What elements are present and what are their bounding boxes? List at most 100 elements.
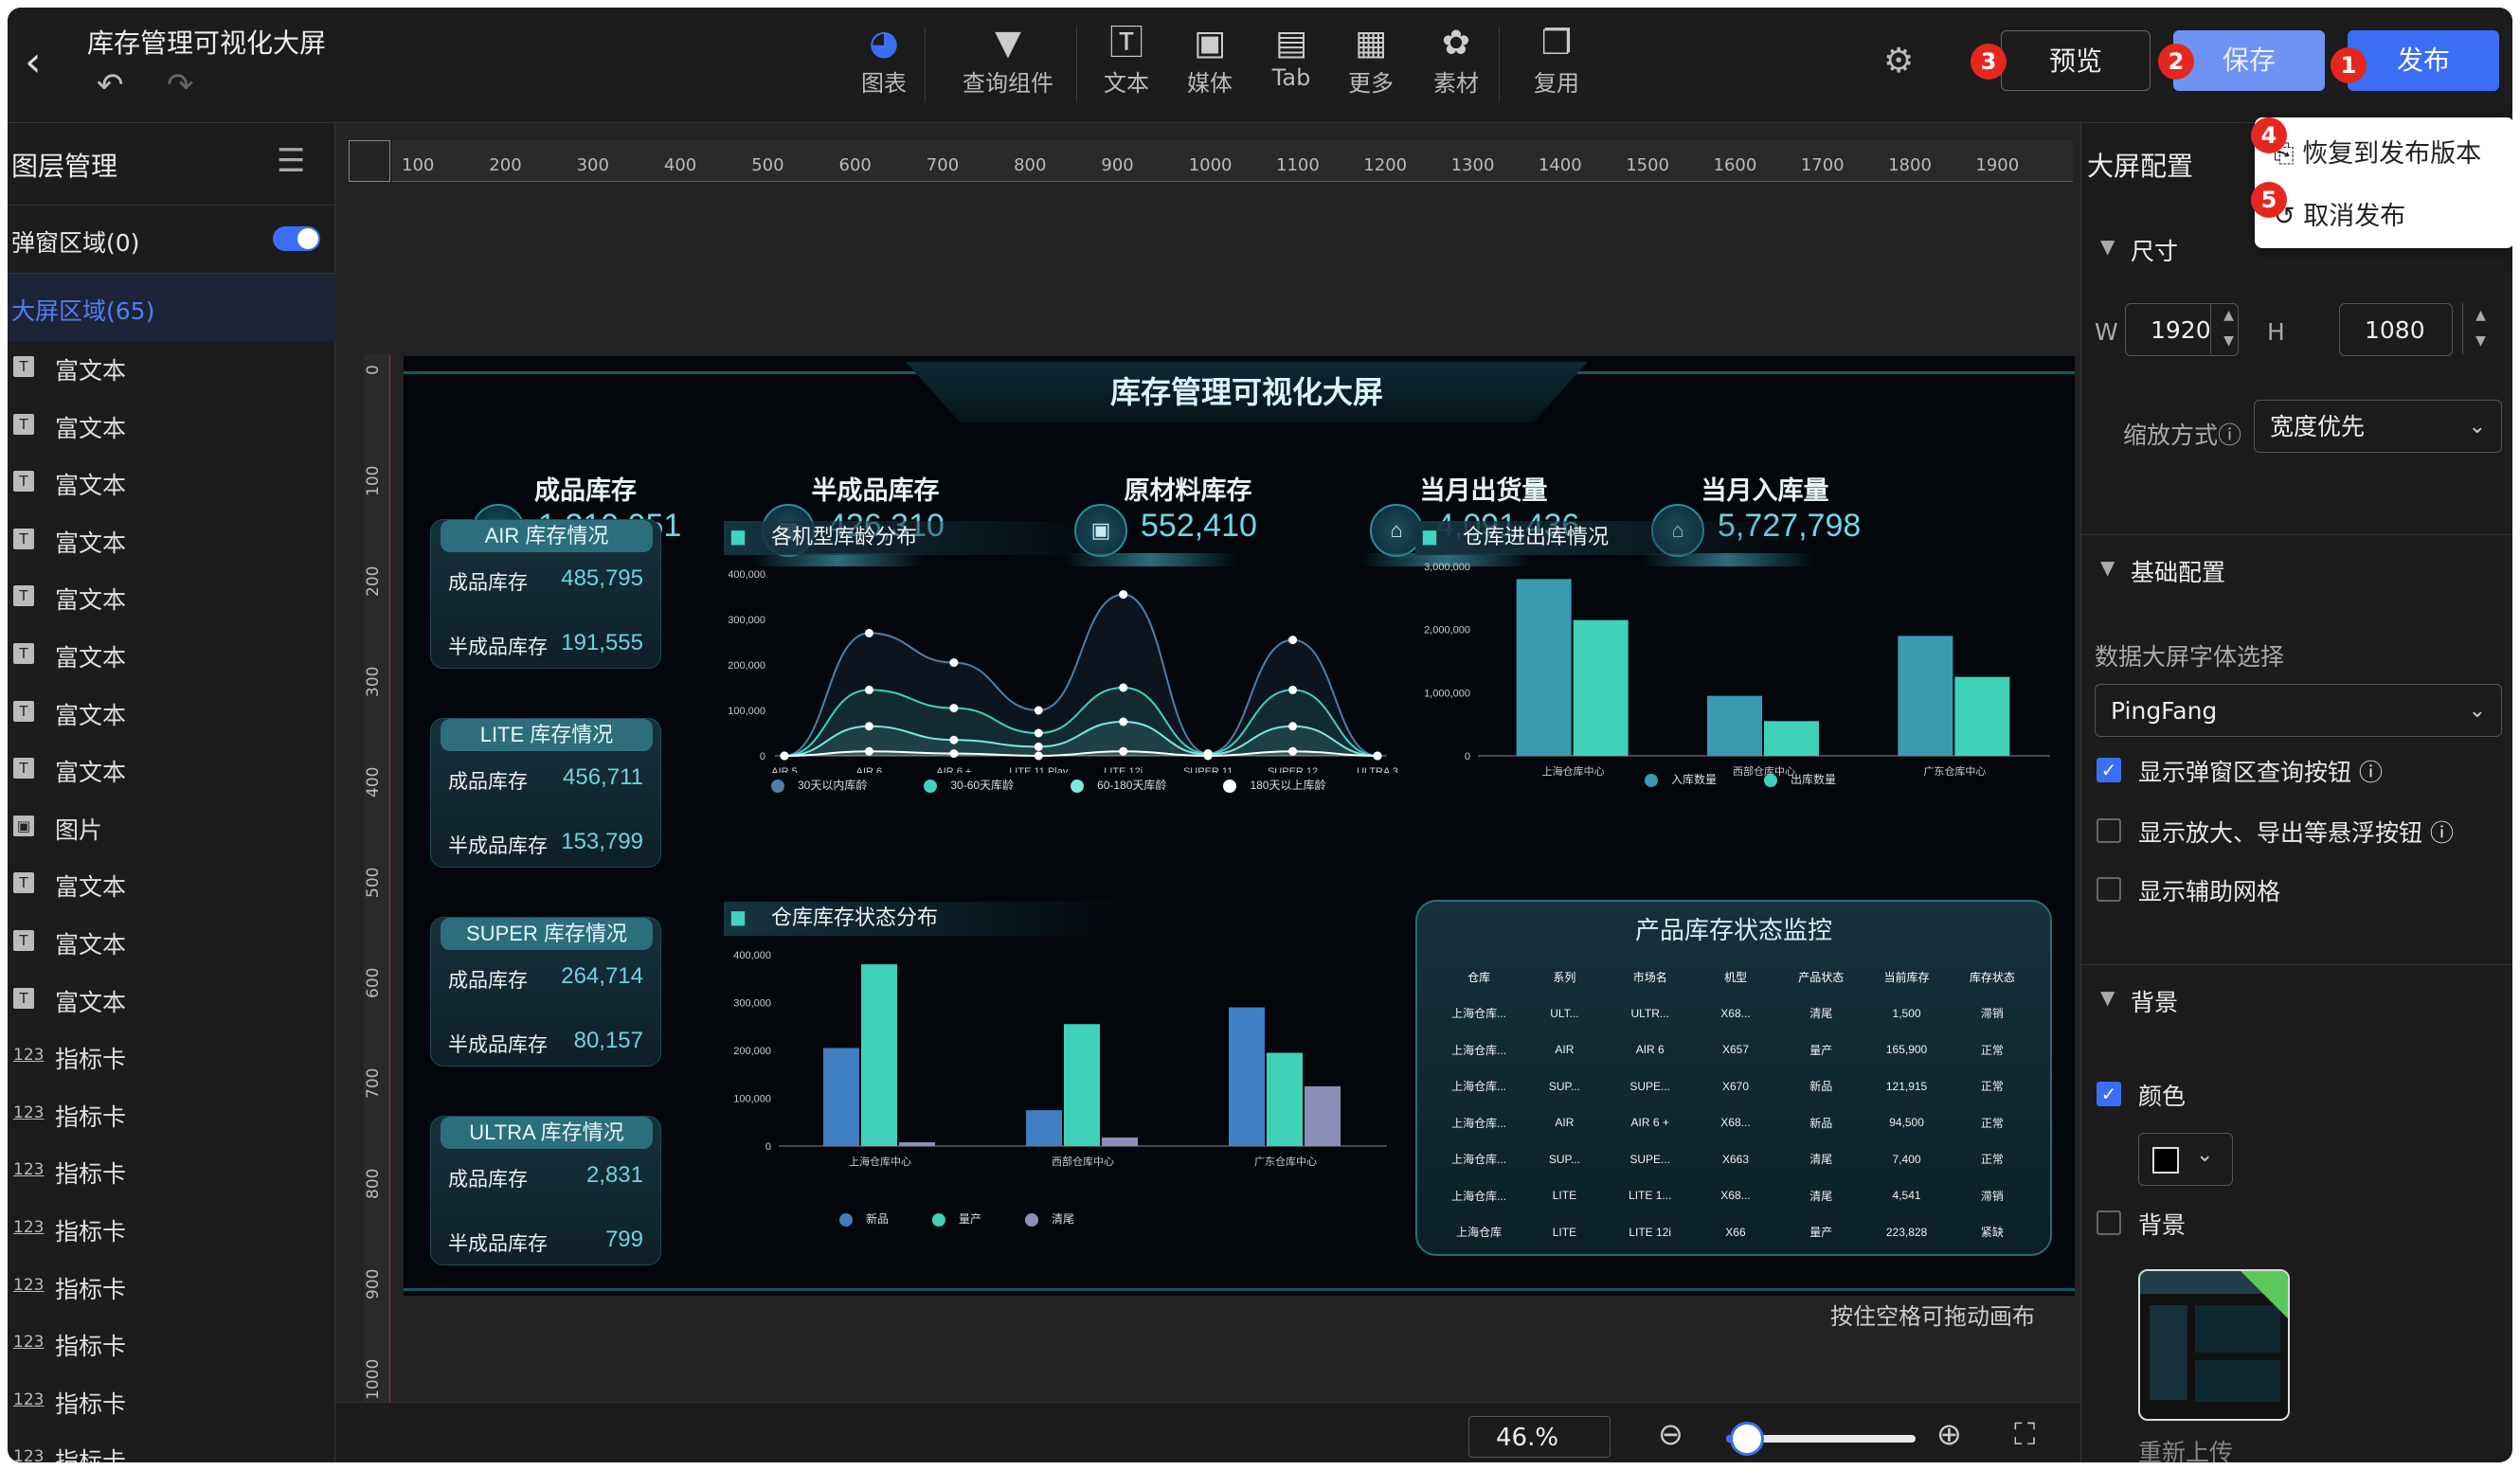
fit-screen-icon[interactable]: ⛶: [2014, 1416, 2035, 1453]
layer-item[interactable]: T 富文本: [8, 743, 335, 799]
dashboard-title: 库存管理可视化大屏: [906, 362, 1588, 422]
table-row[interactable]: 上海仓库... SUP... SUPE... X663 清尾 7,400 正常: [1436, 1141, 2035, 1178]
ruler-corner-icon[interactable]: [349, 140, 390, 182]
height-stepper[interactable]: ▲ ▼: [2462, 303, 2498, 354]
legend-item[interactable]: 入库数量: [1645, 773, 1717, 787]
reupload-link[interactable]: 重新上传: [2138, 1434, 2233, 1462]
monitor-title: 产品库存状态监控: [1634, 916, 1832, 944]
background-section-header[interactable]: ▼ 背景: [2081, 964, 2512, 1032]
zoom-input[interactable]: 46.% ▲▼: [1468, 1416, 1611, 1458]
table-cell: ULT...: [1550, 1006, 1579, 1020]
zoom-out-icon[interactable]: ⊖: [1658, 1416, 1683, 1452]
layer-item[interactable]: T 富文本: [8, 570, 335, 627]
legend-item[interactable]: 30天以内库龄: [771, 779, 867, 793]
layer-item[interactable]: T 富文本: [8, 628, 335, 685]
layer-name: 指标卡: [55, 1046, 127, 1074]
legend-item[interactable]: 出库数量: [1764, 773, 1836, 787]
settings-sliders-icon[interactable]: ⚙: [1883, 42, 1914, 81]
layer-item[interactable]: 123 指标卡: [8, 1087, 335, 1144]
tool-assets[interactable]: ✿ 素材: [1404, 23, 1508, 98]
undo-icon[interactable]: ↶: [97, 66, 124, 104]
font-select[interactable]: PingFang ⌄: [2095, 684, 2502, 737]
data-point: [1288, 722, 1298, 731]
popup-area-row[interactable]: 弹窗区域(0): [8, 205, 335, 273]
ruler-tick-label: 400: [364, 766, 383, 798]
height-input[interactable]: 1080: [2339, 303, 2453, 356]
float-buttons-checkbox[interactable]: [2097, 818, 2121, 843]
x-tick-label: 广东仓库中心: [1923, 764, 1986, 778]
color-checkbox[interactable]: ✓: [2097, 1082, 2121, 1106]
collapse-menu-icon[interactable]: ☰: [277, 142, 305, 180]
table-cell: 滞销: [1980, 1007, 2004, 1021]
redo-icon[interactable]: ↷: [167, 66, 194, 104]
legend-label: 新品: [866, 1212, 890, 1226]
table-cell: 正常: [1980, 1043, 2004, 1057]
layer-item[interactable]: 123 指标卡: [8, 1202, 335, 1259]
card-row-value: 799: [604, 1227, 643, 1252]
legend-label: 180天以上库龄: [1250, 779, 1326, 792]
legend-item[interactable]: 量产: [932, 1212, 981, 1227]
legend-swatch: [839, 1212, 853, 1227]
dashboard-preview[interactable]: 库存管理可视化大屏 成品库存⌂1,210,051 半成品库存▦426,310 原材料…: [404, 356, 2075, 1296]
background-thumbnail[interactable]: [2138, 1269, 2290, 1421]
layer-item[interactable]: ▣ 图片: [8, 800, 335, 857]
monitor-table[interactable]: 仓库 系列 市场名 机型 产品状态 当前库存 库存状态 上海仓库... ULT... ULTR..…: [1436, 959, 2035, 1250]
layer-item[interactable]: T 富文本: [8, 399, 335, 456]
table-row[interactable]: 上海仓库... LITE LITE 1... X68... 清尾 4,541 滞销: [1436, 1177, 2035, 1214]
popup-query-checkbox[interactable]: ✓: [2097, 758, 2121, 782]
layer-item[interactable]: 123 指标卡: [8, 1317, 335, 1373]
tool-query[interactable]: ▼ 查询组件: [951, 23, 1065, 98]
inout-legend: 入库数量 出库数量: [1645, 771, 1883, 787]
layer-item[interactable]: T 富文本: [8, 513, 335, 570]
table-row[interactable]: 上海仓库... ULT... ULTR... X68... 清尾 1,500 滞销: [1436, 995, 2035, 1032]
basic-section-header[interactable]: ▼ 基础配置: [2081, 534, 2512, 602]
zoom-slider-handle[interactable]: [1730, 1422, 1764, 1456]
legend-item[interactable]: 30-60天库龄: [924, 779, 1014, 793]
back-arrow-icon[interactable]: ‹: [25, 38, 42, 86]
layer-item[interactable]: 123 指标卡: [8, 1030, 335, 1086]
legend-item[interactable]: 180天以上库龄: [1223, 779, 1326, 793]
color-picker[interactable]: ⌄: [2138, 1133, 2233, 1186]
save-button[interactable]: 保存: [2173, 30, 2325, 91]
layer-item[interactable]: T 富文本: [8, 973, 335, 1030]
publish-button[interactable]: 发布: [2348, 30, 2499, 91]
screen-area-row[interactable]: 大屏区域(65): [8, 273, 335, 341]
layer-item[interactable]: 123 指标卡: [8, 1144, 335, 1201]
legend-item[interactable]: 60-180天库龄: [1071, 779, 1166, 793]
info-icon[interactable]: ⓘ: [2218, 421, 2241, 449]
layer-item[interactable]: 123 指标卡: [8, 1374, 335, 1431]
layer-item[interactable]: 123 指标卡: [8, 1431, 335, 1462]
zoom-in-icon[interactable]: ⊕: [1936, 1416, 1962, 1452]
layer-item[interactable]: T 富文本: [8, 341, 335, 398]
background-image-checkbox[interactable]: [2097, 1210, 2121, 1235]
layer-item[interactable]: T 富文本: [8, 686, 335, 743]
cancel-publish-item[interactable]: ↺ 取消发布: [2274, 195, 2405, 232]
table-row[interactable]: 上海仓库... SUP... SUPE... X670 新品 121,915 正常: [1436, 1068, 2035, 1105]
color-label: 颜色: [2138, 1083, 2187, 1110]
tool-reuse[interactable]: ❐ 复用: [1504, 23, 1609, 98]
zoom-slider[interactable]: [1726, 1422, 1916, 1456]
preview-button[interactable]: 预览: [2001, 30, 2151, 91]
info-icon[interactable]: ⓘ: [2359, 759, 2383, 786]
text-layer-icon: T: [13, 528, 34, 549]
table-row[interactable]: 上海仓库 LITE LITE 12i X66 量产 223,828 紧缺: [1436, 1214, 2035, 1251]
grid-checkbox[interactable]: [2097, 877, 2121, 902]
ruler-tick-label: 500: [364, 867, 383, 898]
scale-select[interactable]: 宽度优先 ⌄: [2254, 400, 2502, 453]
popup-area-toggle[interactable]: [273, 226, 320, 251]
layer-item[interactable]: 123 指标卡: [8, 1260, 335, 1317]
layer-item[interactable]: T 富文本: [8, 456, 335, 512]
layer-item[interactable]: T 富文本: [8, 857, 335, 914]
width-stepper[interactable]: ▲ ▼: [2210, 303, 2246, 354]
info-icon[interactable]: ⓘ: [2430, 819, 2454, 847]
legend-item[interactable]: 清尾: [1025, 1212, 1074, 1227]
tool-chart[interactable]: ◕ 图表: [832, 23, 936, 98]
app-title: 库存管理可视化大屏: [87, 27, 327, 59]
canvas-area[interactable]: 100 200 300 400 500 600 700 800 900 1000 1100 1200 1…: [335, 123, 2080, 1462]
table-row[interactable]: 上海仓库... AIR AIR 6 X657 量产 165,900 正常: [1436, 1031, 2035, 1068]
legend-item[interactable]: 新品: [839, 1212, 890, 1227]
restore-publish-item[interactable]: ⎘ 恢复到发布版本: [2274, 133, 2481, 170]
table-row[interactable]: 上海仓库... AIR AIR 6 + X68... 新品 94,500 正常: [1436, 1104, 2035, 1141]
table-cell: 上海仓库...: [1451, 1043, 1507, 1057]
layer-item[interactable]: T 富文本: [8, 915, 335, 972]
